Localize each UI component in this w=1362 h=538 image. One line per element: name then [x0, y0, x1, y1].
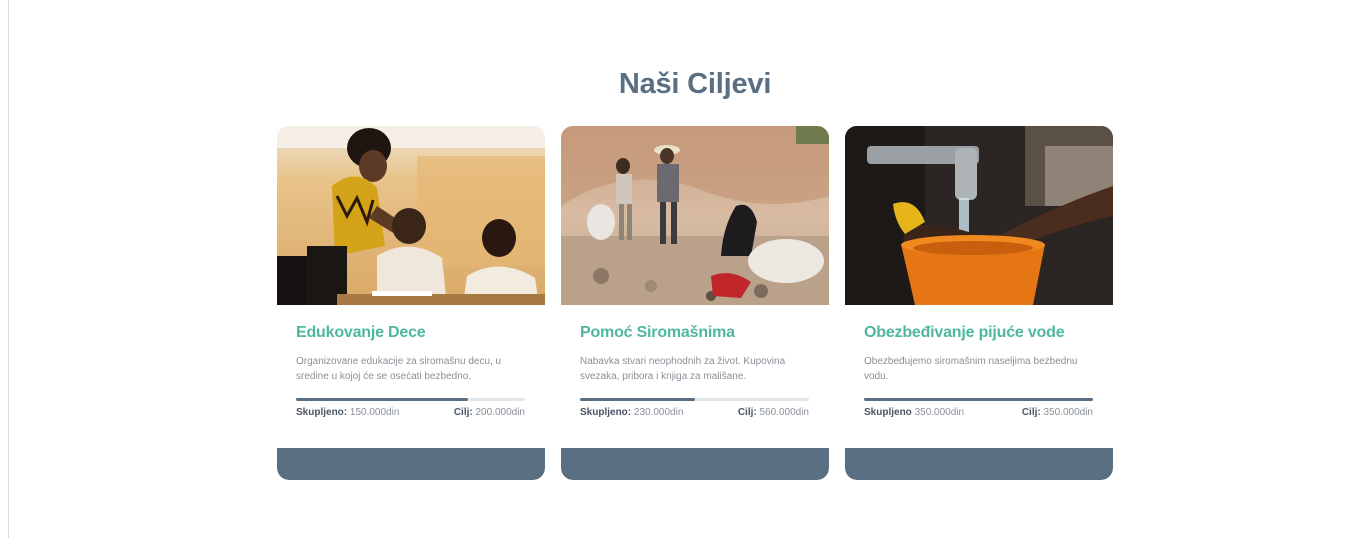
card-footer-button[interactable] [277, 448, 545, 480]
progress-fill [296, 398, 468, 401]
page: Naši Ciljevi Edukovanje Dece Organizovan… [0, 0, 1362, 538]
card-stats: Skupljeno: 150.000din Cilj: 200.000din [296, 407, 525, 418]
goal-amount: Cilj: 560.000din [738, 407, 809, 418]
goal-amount: Cilj: 200.000din [454, 407, 525, 418]
goal-value: 200.000din [475, 407, 526, 418]
goals-card-list: Edukovanje Dece Organizovane edukacije z… [277, 126, 1113, 480]
goal-label: Cilj: [737, 407, 757, 418]
card-title: Edukovanje Dece [296, 324, 426, 341]
progress-bar [864, 398, 1093, 401]
raised-value: 150.000din [349, 407, 400, 418]
raised-label: Skupljeno [864, 407, 912, 418]
card-title: Obezbeđivanje pijuće vode [864, 324, 1065, 341]
goal-value: 560.000din [759, 407, 810, 418]
goal-card-clean-water[interactable]: Obezbeđivanje pijuće vode Obezbeđujemo s… [845, 126, 1113, 480]
card-image-clean-water [845, 126, 1113, 305]
raised-amount: Skupljeno: 150.000din [296, 407, 399, 418]
children-on-dump-photo [561, 126, 829, 305]
card-description: Nabavka stvari neophodnih za život. Kupo… [580, 356, 786, 382]
goal-card-education[interactable]: Edukovanje Dece Organizovane edukacije z… [277, 126, 545, 480]
card-footer-button[interactable] [561, 448, 829, 480]
card-image-education [277, 126, 545, 305]
water-tap-photo [845, 126, 1113, 305]
section-title: Naši Ciljevi [618, 68, 772, 100]
card-description: Obezbeđujemo siromašnim naseljima bezbed… [864, 356, 1078, 382]
goal-value: 350.000din [1043, 407, 1094, 418]
raised-amount: Skupljeno: 230.000din [580, 407, 683, 418]
progress-bar [580, 398, 809, 401]
goal-amount: Cilj: 350.000din [1022, 407, 1093, 418]
raised-amount: Skupljeno 350.000din [864, 407, 964, 418]
raised-value: 230.000din [633, 407, 684, 418]
goal-card-poverty-aid[interactable]: Pomoć Siromašnima Nabavka stvari neophod… [561, 126, 829, 480]
raised-label: Skupljeno: [580, 407, 632, 418]
classroom-photo [277, 126, 545, 305]
card-image-poverty-aid [561, 126, 829, 305]
raised-value: 350.000din [914, 407, 965, 418]
card-title: Pomoć Siromašnima [580, 324, 735, 341]
progress-fill [864, 398, 1093, 401]
goal-label: Cilj: [453, 407, 473, 418]
raised-label: Skupljeno: [296, 407, 348, 418]
card-stats: Skupljeno 350.000din Cilj: 350.000din [864, 407, 1093, 418]
card-stats: Skupljeno: 230.000din Cilj: 560.000din [580, 407, 809, 418]
progress-fill [580, 398, 695, 401]
card-footer-button[interactable] [845, 448, 1113, 480]
goal-label: Cilj: [1021, 407, 1041, 418]
progress-bar [296, 398, 525, 401]
card-description: Organizovane edukacije za siromašnu decu… [296, 356, 502, 382]
